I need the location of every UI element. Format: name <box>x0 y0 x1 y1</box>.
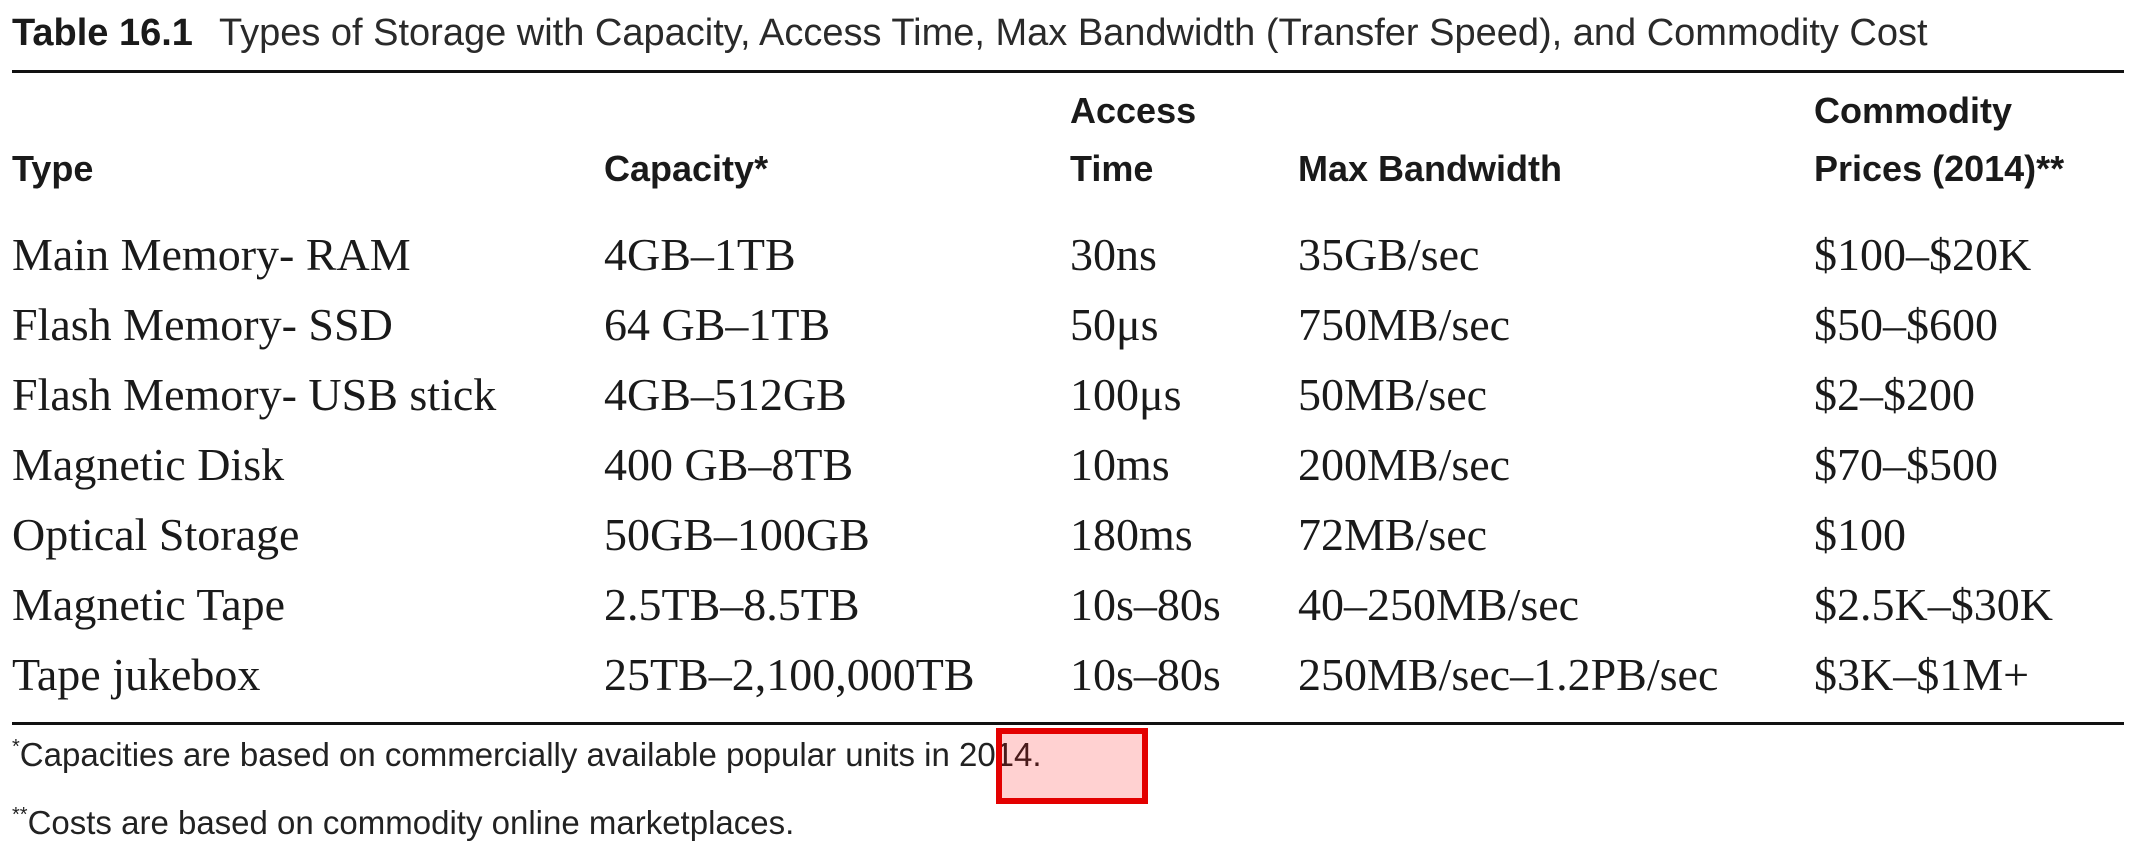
cell-type: Flash Memory- SSD <box>12 299 393 350</box>
cell-capacity: 400 GB–8TB <box>604 439 854 490</box>
bottom-rule <box>12 722 2124 725</box>
header-capacity: Capacity* <box>604 148 769 189</box>
cell-bandwidth: 250MB/sec–1.2PB/sec <box>1298 649 1719 700</box>
cell-access-time: 100μs <box>1070 369 1182 420</box>
cell-capacity: 25TB–2,100,000TB <box>604 649 975 700</box>
table-title: Types of Storage with Capacity, Access T… <box>218 12 1928 54</box>
table-caption: Table 16.1 Types of Storage with Capacity… <box>12 12 1928 55</box>
cell-capacity: 4GB–1TB <box>604 229 796 280</box>
cell-access-time: 10s–80s <box>1070 579 1221 630</box>
cell-bandwidth: 35GB/sec <box>1298 229 1480 280</box>
cell-access-time: 30ns <box>1070 229 1157 280</box>
cell-bandwidth: 750MB/sec <box>1298 299 1511 350</box>
cell-capacity: 50GB–100GB <box>604 509 870 560</box>
header-access-line2: Time <box>1070 148 1154 189</box>
header-bandwidth: Max Bandwidth <box>1298 148 1563 189</box>
highlight-box <box>996 728 1148 804</box>
cell-type: Magnetic Tape <box>12 579 286 630</box>
footnote-text: Costs are based on commodity online mark… <box>27 804 795 841</box>
table-number: Table 16.1 <box>12 12 193 54</box>
cell-capacity: 2.5TB–8.5TB <box>604 579 860 630</box>
cell-capacity: 4GB–512GB <box>604 369 847 420</box>
cell-bandwidth: 72MB/sec <box>1298 509 1488 560</box>
cell-price: $50–$600 <box>1814 299 1998 350</box>
cell-bandwidth: 40–250MB/sec <box>1298 579 1580 630</box>
cell-price: $2.5K–$30K <box>1814 579 2053 630</box>
footnote-capacity: *Capacities are based on commercially av… <box>12 736 1042 774</box>
cell-price: $3K–$1M+ <box>1814 649 2030 700</box>
cell-bandwidth: 50MB/sec <box>1298 369 1488 420</box>
footnote-text: Capacities are based on commercially ava… <box>19 736 1042 773</box>
header-prices-line2: Prices (2014)** <box>1814 148 2065 189</box>
header-prices-line1: Commodity <box>1814 90 2012 131</box>
cell-price: $70–$500 <box>1814 439 1998 490</box>
cell-type: Main Memory- RAM <box>12 229 411 280</box>
cell-price: $2–$200 <box>1814 369 1975 420</box>
top-rule <box>12 70 2124 73</box>
cell-bandwidth: 200MB/sec <box>1298 439 1511 490</box>
cell-capacity: 64 GB–1TB <box>604 299 831 350</box>
header-access-line1: Access <box>1070 90 1197 131</box>
cell-access-time: 10ms <box>1070 439 1170 490</box>
header-type: Type <box>12 148 94 189</box>
cell-type: Tape jukebox <box>12 649 261 700</box>
footnote-costs: **Costs are based on commodity online ma… <box>12 804 794 842</box>
cell-price: $100 <box>1814 509 1906 560</box>
cell-access-time: 50μs <box>1070 299 1159 350</box>
footnote-mark: ** <box>12 804 28 826</box>
cell-access-time: 180ms <box>1070 509 1193 560</box>
cell-access-time: 10s–80s <box>1070 649 1221 700</box>
cell-price: $100–$20K <box>1814 229 2032 280</box>
footnote-mark: * <box>12 736 20 758</box>
cell-type: Optical Storage <box>12 509 300 560</box>
cell-type: Magnetic Disk <box>12 439 285 490</box>
cell-type: Flash Memory- USB stick <box>12 369 497 420</box>
